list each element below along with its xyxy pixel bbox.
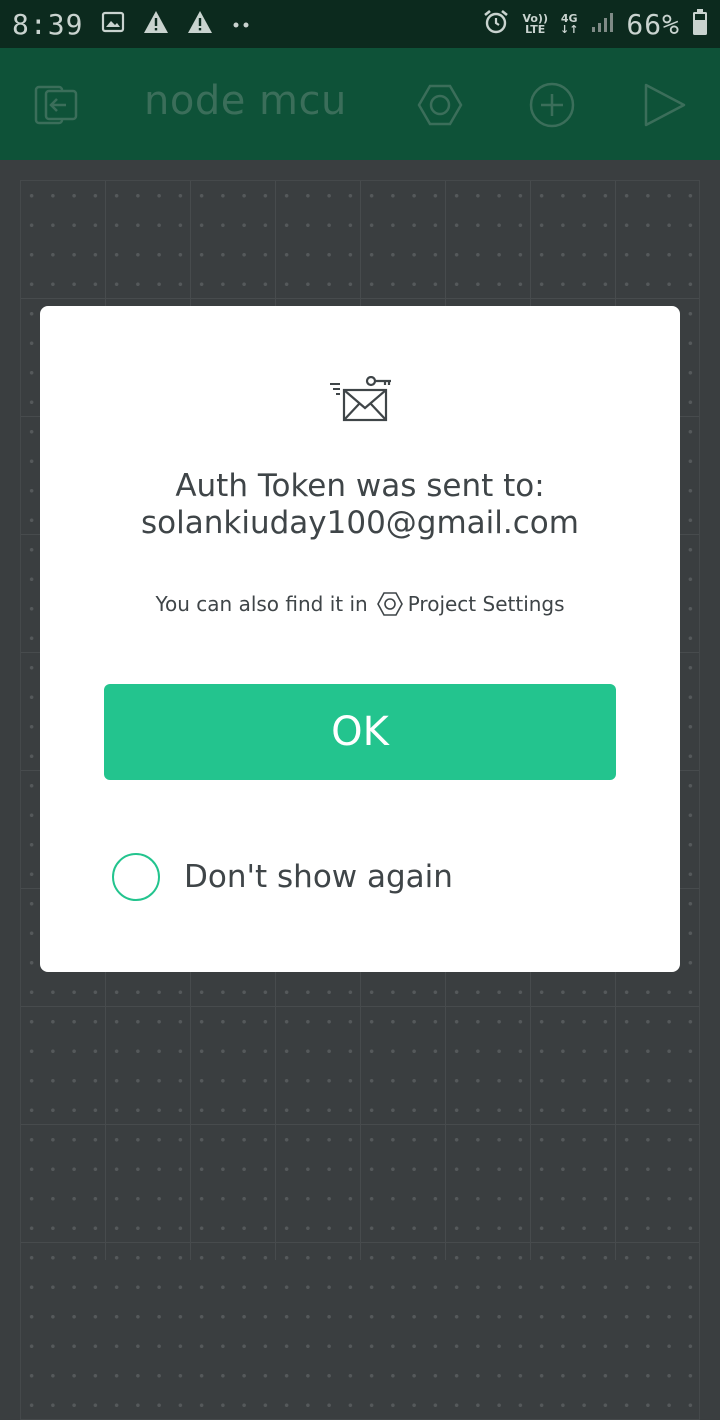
dialog-title-line1: Auth Token was sent to: <box>175 468 545 504</box>
battery-percent: 66% <box>626 7 680 41</box>
dialog-email: solankiuday100@gmail.com <box>141 505 579 541</box>
battery-icon <box>692 8 708 40</box>
dialog-title: Auth Token was sent to: solankiuday100@g… <box>40 468 680 542</box>
signal-icon <box>590 10 614 38</box>
status-time: 8:39 <box>12 7 84 41</box>
data-arrows-icon: ↓↑ <box>559 23 579 36</box>
network-indicator: 4G ↓↑ <box>560 13 578 35</box>
add-icon[interactable] <box>528 81 576 129</box>
dont-show-again-option[interactable]: Don't show again <box>112 852 453 902</box>
project-settings-label: Project Settings <box>407 592 565 616</box>
dont-show-label[interactable]: Don't show again <box>184 859 453 895</box>
app-title: node mcu <box>144 78 347 124</box>
ok-button[interactable]: OK <box>104 684 616 780</box>
dont-show-radio[interactable] <box>112 853 160 901</box>
warning-icon <box>143 10 169 38</box>
play-icon[interactable] <box>640 81 688 129</box>
lte-label: LTE <box>525 23 546 36</box>
auth-token-dialog: Auth Token was sent to: solankiuday100@g… <box>40 306 680 972</box>
settings-icon[interactable] <box>416 81 464 129</box>
warning-icon <box>187 10 213 38</box>
email-key-icon <box>328 375 392 424</box>
settings-hex-icon <box>376 590 404 618</box>
image-icon <box>101 10 125 38</box>
alarm-icon <box>482 8 510 40</box>
more-dots-icon <box>231 15 251 34</box>
volte-indicator: Vo)) LTE <box>522 13 548 35</box>
status-bar: 8:39 Vo)) LTE 4G ↓↑ 66% <box>0 0 720 48</box>
app-bar: node mcu <box>0 48 720 160</box>
exit-icon[interactable] <box>32 81 80 129</box>
hint-prefix: You can also find it in <box>155 592 368 616</box>
dialog-hint: You can also find it in Project Settings <box>40 590 680 618</box>
